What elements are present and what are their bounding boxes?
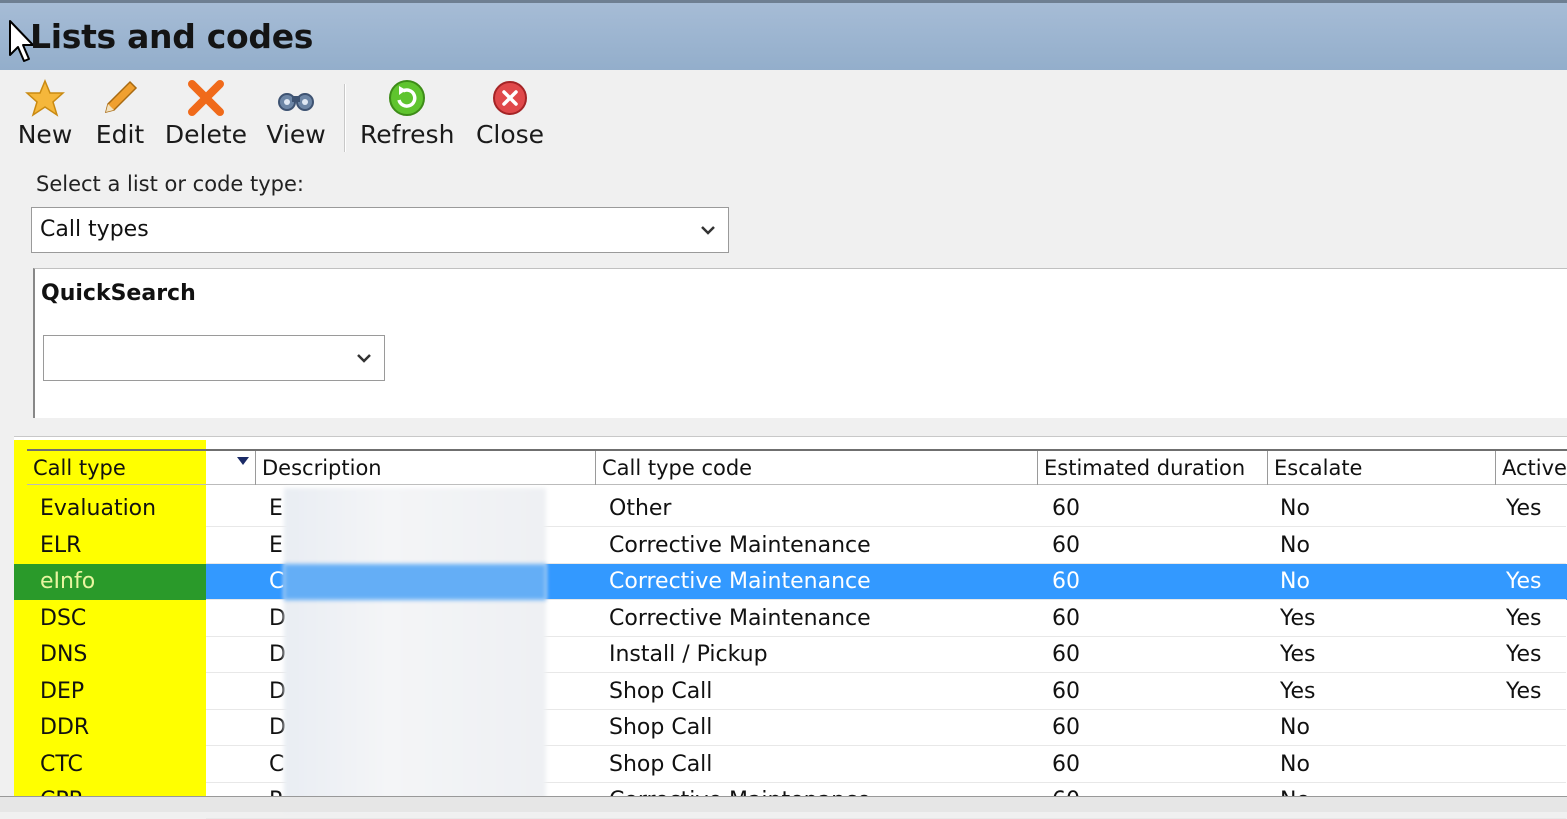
cell-call-type-code: Corrective Maintenance [609, 605, 871, 631]
cell-escalate: No [1280, 496, 1310, 521]
close-button[interactable]: Close [474, 78, 546, 149]
edit-button[interactable]: Edit [94, 78, 146, 149]
cell-escalate: No [1280, 532, 1310, 558]
table-row[interactable]: CTC C Shop Call 60 No [14, 747, 1567, 783]
delete-x-icon [188, 80, 224, 116]
cell-description: E [269, 532, 283, 558]
cell-estimated-duration: 60 [1052, 642, 1080, 667]
cell-active: Yes [1506, 678, 1542, 704]
edit-label: Edit [95, 120, 145, 149]
cell-active: Yes [1506, 569, 1542, 594]
refresh-label: Refresh [360, 120, 455, 149]
refresh-button[interactable]: Refresh [360, 78, 454, 149]
column-header-call-type[interactable]: Call type [27, 451, 255, 485]
cell-call-type: DEP [40, 678, 85, 704]
cell-call-type: Evaluation [40, 496, 157, 521]
binoculars-icon [278, 93, 314, 111]
new-label: New [17, 120, 73, 149]
cell-estimated-duration: 60 [1052, 569, 1080, 594]
cell-call-type-code: Shop Call [609, 678, 713, 704]
delete-button[interactable]: Delete [164, 78, 248, 149]
table-row[interactable]: DSC D Corrective Maintenance 60 Yes Yes [14, 601, 1567, 637]
delete-label: Delete [164, 120, 248, 149]
redacted-description-selected [284, 564, 546, 600]
column-header-call-type-code[interactable]: Call type code [595, 451, 1037, 485]
table-row[interactable]: ELR E Corrective Maintenance 60 No [14, 528, 1567, 564]
cell-description: C [269, 569, 285, 594]
cell-description: C [269, 751, 285, 777]
window-title: Lists and codes [30, 17, 314, 56]
list-type-value: Call types [40, 217, 149, 242]
sort-descending-icon[interactable] [236, 456, 250, 466]
new-button[interactable]: New [16, 78, 74, 149]
cell-call-type-code: Shop Call [609, 751, 713, 777]
pencil-icon [104, 80, 138, 114]
table-row[interactable]: DDR D Shop Call 60 No [14, 710, 1567, 746]
chevron-down-icon [701, 226, 715, 235]
cell-active: Yes [1506, 605, 1542, 631]
quicksearch-dropdown[interactable] [43, 335, 385, 381]
table-row[interactable]: Evaluation E Other 60 No Yes [14, 491, 1567, 527]
cell-escalate: Yes [1280, 605, 1316, 631]
table-row[interactable]: eInfo C Corrective Maintenance 60 No Yes [14, 564, 1567, 600]
cell-call-type: DSC [40, 605, 87, 631]
redacted-description-area [284, 488, 546, 811]
cell-call-type-code: Shop Call [609, 715, 713, 740]
cell-escalate: Yes [1280, 642, 1316, 667]
cell-estimated-duration: 60 [1052, 715, 1080, 740]
cell-call-type-code: Other [609, 496, 672, 521]
quicksearch-panel: QuickSearch [33, 268, 1567, 418]
cell-escalate: No [1280, 751, 1310, 777]
cell-estimated-duration: 60 [1052, 605, 1080, 631]
cell-call-type: CTC [40, 751, 83, 777]
cell-estimated-duration: 60 [1052, 532, 1080, 558]
cell-call-type-code: Install / Pickup [609, 642, 768, 667]
cell-escalate: Yes [1280, 678, 1316, 704]
column-header-active[interactable]: Active [1495, 451, 1567, 485]
list-type-dropdown[interactable]: Call types [31, 207, 729, 253]
column-header-escalate[interactable]: Escalate [1267, 451, 1495, 485]
cell-active: Yes [1506, 496, 1542, 521]
chevron-down-icon [357, 354, 371, 363]
column-header-description[interactable]: Description [255, 451, 595, 485]
cell-call-type: DDR [40, 715, 90, 740]
refresh-icon [389, 80, 425, 116]
title-bar: Lists and codes [0, 0, 1567, 70]
cell-estimated-duration: 60 [1052, 496, 1080, 521]
quicksearch-title: QuickSearch [41, 281, 196, 306]
cell-call-type: eInfo [14, 564, 206, 600]
star-icon [25, 79, 65, 117]
close-icon [493, 81, 527, 115]
toolbar-separator [344, 84, 346, 152]
view-label: View [266, 120, 326, 149]
column-header-estimated-duration[interactable]: Estimated duration [1037, 451, 1267, 485]
cell-escalate: No [1280, 715, 1310, 740]
table-row[interactable]: DNS D Install / Pickup 60 Yes Yes [14, 637, 1567, 673]
cell-description: E [269, 496, 283, 521]
cell-estimated-duration: 60 [1052, 678, 1080, 704]
cell-call-type: ELR [40, 532, 82, 558]
toolbar: New Edit Delete View Refresh Close [0, 72, 800, 152]
cell-escalate: No [1280, 569, 1310, 594]
cell-call-type-code: Corrective Maintenance [609, 569, 871, 594]
cell-call-type: DNS [40, 642, 88, 667]
grid-header: Call type Description Call type code Est… [27, 449, 1567, 485]
view-button[interactable]: View [264, 78, 328, 149]
horizontal-scrollbar[interactable] [0, 796, 1567, 812]
cell-call-type-code: Corrective Maintenance [609, 532, 871, 558]
table-row[interactable]: DEP D Shop Call 60 Yes Yes [14, 674, 1567, 710]
cell-estimated-duration: 60 [1052, 751, 1080, 777]
list-selector-label: Select a list or code type: [36, 172, 304, 196]
cell-active: Yes [1506, 642, 1542, 667]
close-label: Close [475, 120, 545, 149]
